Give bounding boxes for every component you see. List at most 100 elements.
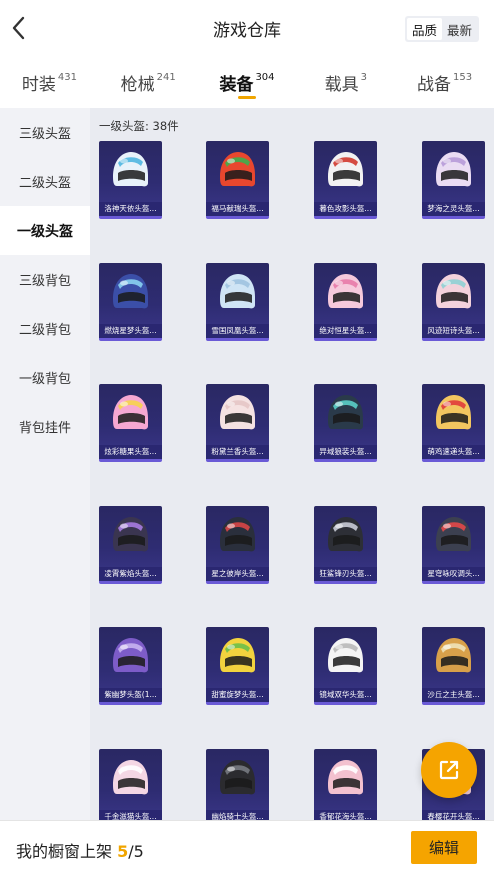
helmet-icon <box>436 274 471 309</box>
showcase-count: 5 <box>117 842 129 861</box>
helmet-icon <box>436 395 471 430</box>
helmet-icon <box>436 517 471 552</box>
item-name: 星之彼岸头盔... <box>206 567 269 581</box>
tab-label: 时装 <box>21 75 56 95</box>
showcase-label: 我的橱窗上架 <box>16 842 113 861</box>
item-card[interactable]: 星之彼岸头盔... <box>206 506 269 584</box>
sort-newest-button[interactable]: 最新 <box>442 18 477 40</box>
tab-label: 载具 <box>324 75 359 95</box>
item-card[interactable]: 星穹咏叹调头... <box>422 506 485 584</box>
helmet-icon <box>220 274 255 309</box>
tab-label: 枪械 <box>120 75 155 95</box>
item-name: 沙丘之主头盔... <box>422 688 485 702</box>
tab-count: 3 <box>360 72 367 83</box>
bottom-bar: 我的橱窗上架 5/5 编辑 <box>0 820 494 875</box>
tab-label: 战备 <box>417 75 452 95</box>
item-card[interactable]: 粉黛兰香头盔... <box>206 384 269 462</box>
helmet-icon <box>220 638 255 673</box>
external-link-icon <box>439 760 459 780</box>
sidebar-item-level2-helmet[interactable]: 二级头盔 <box>0 157 90 206</box>
item-card[interactable]: 沙丘之主头盔... <box>422 627 485 705</box>
tab-label: 装备 <box>219 75 254 95</box>
helmet-icon <box>328 152 363 187</box>
item-card[interactable]: 紫幽梦头盔(1... <box>99 627 162 705</box>
tab-combat-gear[interactable]: 战备 153 <box>395 60 494 104</box>
item-name: 福马献瑞头盔... <box>206 202 269 216</box>
sort-toggle: 品质 最新 <box>405 16 479 42</box>
helmet-icon <box>328 638 363 673</box>
item-card[interactable]: 甜蜜旋梦头盔... <box>206 627 269 705</box>
helmet-icon <box>220 152 255 187</box>
item-card[interactable]: 风迹短诗头盔... <box>422 263 485 341</box>
item-name: 甜蜜旋梦头盔... <box>206 688 269 702</box>
share-button[interactable] <box>421 742 477 798</box>
item-card[interactable]: 异域狼装头盔... <box>314 384 377 462</box>
helmet-icon <box>328 395 363 430</box>
item-card[interactable]: 绝对恒星头盔... <box>314 263 377 341</box>
item-name: 梦海之灵头盔... <box>422 202 485 216</box>
sidebar-item-level1-helmet[interactable]: 一级头盔 <box>0 206 90 255</box>
sidebar-item-level3-helmet[interactable]: 三级头盔 <box>0 108 90 157</box>
tab-underline <box>237 96 256 99</box>
helmet-icon <box>113 395 148 430</box>
item-name: 异域狼装头盔... <box>314 445 377 459</box>
tab-fashion[interactable]: 时装 431 <box>0 60 99 104</box>
helmet-icon <box>328 517 363 552</box>
sort-quality-button[interactable]: 品质 <box>407 18 442 40</box>
item-name: 绝对恒星头盔... <box>314 324 377 338</box>
item-card[interactable]: 雪国凤凰头盔... <box>206 263 269 341</box>
helmet-icon <box>113 638 148 673</box>
sidebar-item-level3-backpack[interactable]: 三级背包 <box>0 255 90 304</box>
sidebar: 三级头盔 二级头盔 一级头盔 三级背包 二级背包 一级背包 背包挂件 <box>0 108 90 820</box>
tab-count: 304 <box>255 72 275 83</box>
helmet-icon <box>113 760 148 795</box>
item-name: 燃烧星梦头盔... <box>99 324 162 338</box>
tab-equipment[interactable]: 装备 304 <box>198 60 297 104</box>
item-card[interactable]: 洛神天依头盔... <box>99 141 162 219</box>
item-card[interactable]: 暮色攻影头盔... <box>314 141 377 219</box>
item-card[interactable]: 狂鲨锋刃头盔... <box>314 506 377 584</box>
item-name: 镜域双华头盔... <box>314 688 377 702</box>
item-name: 炫彩糖果头盔... <box>99 445 162 459</box>
item-card[interactable]: 镜域双华头盔... <box>314 627 377 705</box>
helmet-icon <box>436 638 471 673</box>
sidebar-item-backpack-pendant[interactable]: 背包挂件 <box>0 402 90 451</box>
helmet-icon <box>328 760 363 795</box>
helmet-icon <box>436 152 471 187</box>
item-card[interactable]: 香郁花海头盔... <box>314 749 377 820</box>
tab-count: 241 <box>156 72 176 83</box>
item-card[interactable]: 炫彩糖果头盔... <box>99 384 162 462</box>
item-name: 香郁花海头盔... <box>314 810 377 820</box>
showcase-status: 我的橱窗上架 5/5 <box>16 838 144 862</box>
edit-button[interactable]: 编辑 <box>411 831 477 864</box>
helmet-icon <box>220 760 255 795</box>
helmet-icon <box>113 152 148 187</box>
tab-vehicles[interactable]: 载具 3 <box>296 60 395 104</box>
item-grid-panel[interactable]: 一级头盔: 38件 洛神天依头盔... 福马献瑞头盔... 暮色攻影头盔... 梦海之… <box>90 108 494 820</box>
item-name: 暮色攻影头盔... <box>314 202 377 216</box>
item-card[interactable]: 幽焰骑士头盔... <box>206 749 269 820</box>
item-name: 萌鸡速递头盔... <box>422 445 485 459</box>
item-name: 春樱花开头盔... <box>422 810 485 820</box>
item-card[interactable]: 萌鸡速递头盔... <box>422 384 485 462</box>
item-name: 风迹短诗头盔... <box>422 324 485 338</box>
helmet-icon <box>113 517 148 552</box>
item-card[interactable]: 燃烧星梦头盔... <box>99 263 162 341</box>
helmet-icon <box>328 274 363 309</box>
item-name: 千金滋猫头盔... <box>99 810 162 820</box>
sidebar-item-level1-backpack[interactable]: 一级背包 <box>0 353 90 402</box>
item-card[interactable]: 千金滋猫头盔... <box>99 749 162 820</box>
showcase-total: /5 <box>128 842 144 861</box>
item-card[interactable]: 凌霄紫焰头盔... <box>99 506 162 584</box>
tab-count: 153 <box>453 72 473 83</box>
item-card[interactable]: 梦海之灵头盔... <box>422 141 485 219</box>
sidebar-item-level2-backpack[interactable]: 二级背包 <box>0 304 90 353</box>
item-card[interactable]: 福马献瑞头盔... <box>206 141 269 219</box>
item-name: 洛神天依头盔... <box>99 202 162 216</box>
item-name: 凌霄紫焰头盔... <box>99 567 162 581</box>
category-tabs: 时装 431 枪械 241 装备 304 载具 3 战备 153 <box>0 60 494 104</box>
item-name: 幽焰骑士头盔... <box>206 810 269 820</box>
tab-guns[interactable]: 枪械 241 <box>99 60 198 104</box>
helmet-icon <box>113 274 148 309</box>
helmet-icon <box>220 395 255 430</box>
